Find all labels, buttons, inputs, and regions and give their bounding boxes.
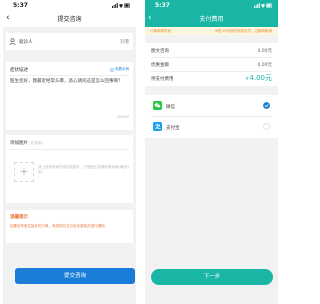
fee-value: 0.00元 bbox=[257, 63, 272, 68]
status-time: 5:37 bbox=[13, 2, 28, 9]
divider bbox=[151, 116, 272, 117]
fee-card: 图文咨询 4.00元 优惠金额 0.00元 待支付费用 ¥ 4.00元 bbox=[145, 43, 278, 86]
image-title-text: 添加图片 bbox=[10, 141, 28, 146]
divider bbox=[10, 149, 129, 150]
wechat-icon bbox=[153, 101, 162, 110]
image-hint: 请上传有效病历或检查图片，方便医生准确判断病情(最多9张) bbox=[38, 165, 130, 174]
image-optional: (可选填) bbox=[29, 141, 43, 145]
next-step-button[interactable]: 下一步 bbox=[151, 269, 273, 285]
fee-label: 优惠金额 bbox=[151, 63, 169, 68]
alipay-option[interactable]: 支付宝 bbox=[145, 118, 278, 137]
payable-amount: ¥ 4.00元 bbox=[246, 73, 272, 83]
divider bbox=[10, 75, 129, 76]
tips-title: 温馨提示 bbox=[10, 215, 28, 220]
method-name: 微信 bbox=[166, 105, 175, 110]
view-example-label: 查看示例 bbox=[115, 67, 129, 71]
nav-bar: ‹ 支付费用 bbox=[145, 11, 278, 27]
payment-methods: 微信 支付宝 bbox=[145, 95, 278, 138]
patient-name: 刘港 bbox=[120, 40, 129, 45]
fee-row: 图文咨询 4.00元 bbox=[151, 46, 272, 56]
divider bbox=[151, 57, 272, 58]
submit-consult-screen: 5:37 ‹ 提交咨询 就诊人 刘港 症状描述 查看示例 医生您好，我最近经常头… bbox=[3, 0, 136, 304]
submit-consult-button[interactable]: 提交咨询 bbox=[15, 268, 135, 284]
method-name: 支付宝 bbox=[166, 126, 180, 131]
payable-label: 待支付费用 bbox=[151, 77, 174, 82]
fee-value: 4.00元 bbox=[257, 49, 272, 54]
symptom-input[interactable]: 医生您好，我最近经常头晕，恶心请问这是怎么回事啊？ bbox=[10, 78, 125, 85]
fee-row: 优惠金额 0.00元 bbox=[151, 60, 272, 70]
symptom-card: 症状描述 查看示例 医生您好，我最近经常头晕，恶心请问这是怎么回事啊？ 28/3… bbox=[6, 62, 133, 130]
image-title: 添加图片 (可选填) bbox=[10, 140, 43, 146]
image-card: 添加图片 (可选填) + 请上传有效病历或检查图片，方便医生准确判断病情(最多9… bbox=[6, 135, 133, 203]
notice-right: 请在15分钟内完成支付，过期将取消 bbox=[215, 29, 272, 33]
divider bbox=[151, 71, 272, 72]
payable-row: 待支付费用 ¥ 4.00元 bbox=[151, 74, 272, 84]
symptom-title: 症状描述 bbox=[10, 68, 28, 73]
status-bar: 5:37 bbox=[3, 0, 136, 11]
patient-row[interactable]: 就诊人 刘港 bbox=[6, 33, 133, 50]
tips-card: 温馨提示 如果没有医生接诊的订单，系统将在当日自动退款并进行通知。 bbox=[6, 210, 133, 243]
alipay-icon bbox=[153, 122, 162, 131]
radio-checked-icon[interactable] bbox=[263, 102, 270, 109]
nav-bar: ‹ 提交咨询 bbox=[3, 11, 136, 27]
wechat-option[interactable]: 微信 bbox=[145, 97, 278, 116]
plus-icon: + bbox=[19, 165, 29, 178]
signal-wifi-battery-icon bbox=[254, 3, 272, 8]
currency-symbol: ¥ bbox=[245, 76, 249, 81]
view-example-link[interactable]: 查看示例 bbox=[110, 67, 129, 72]
page-title: 提交咨询 bbox=[57, 16, 82, 23]
payable-value: 4.00元 bbox=[249, 74, 272, 82]
fee-label: 图文咨询 bbox=[151, 49, 169, 54]
patient-label: 就诊人 bbox=[19, 40, 33, 45]
char-count: 28/300 bbox=[116, 115, 129, 119]
radio-unchecked-icon[interactable] bbox=[263, 123, 270, 130]
status-time: 5:37 bbox=[155, 2, 170, 9]
payment-screen: 5:37 ‹ 支付费用 订单即将失效 请在15分钟内完成支付，过期将取消 图文咨… bbox=[145, 0, 278, 304]
tips-text: 如果没有医生接诊的订单，系统将在当日自动退款并进行通知。 bbox=[10, 224, 108, 228]
signal-wifi-battery-icon bbox=[112, 3, 130, 8]
notice-bar: 订单即将失效 请在15分钟内完成支付，过期将取消 bbox=[145, 27, 278, 35]
notice-left: 订单即将失效 bbox=[150, 29, 171, 33]
add-image-button[interactable]: + bbox=[14, 162, 34, 182]
page-title: 支付费用 bbox=[199, 16, 224, 23]
user-icon bbox=[9, 38, 16, 45]
info-icon bbox=[110, 67, 114, 72]
status-bar: 5:37 bbox=[145, 0, 278, 11]
